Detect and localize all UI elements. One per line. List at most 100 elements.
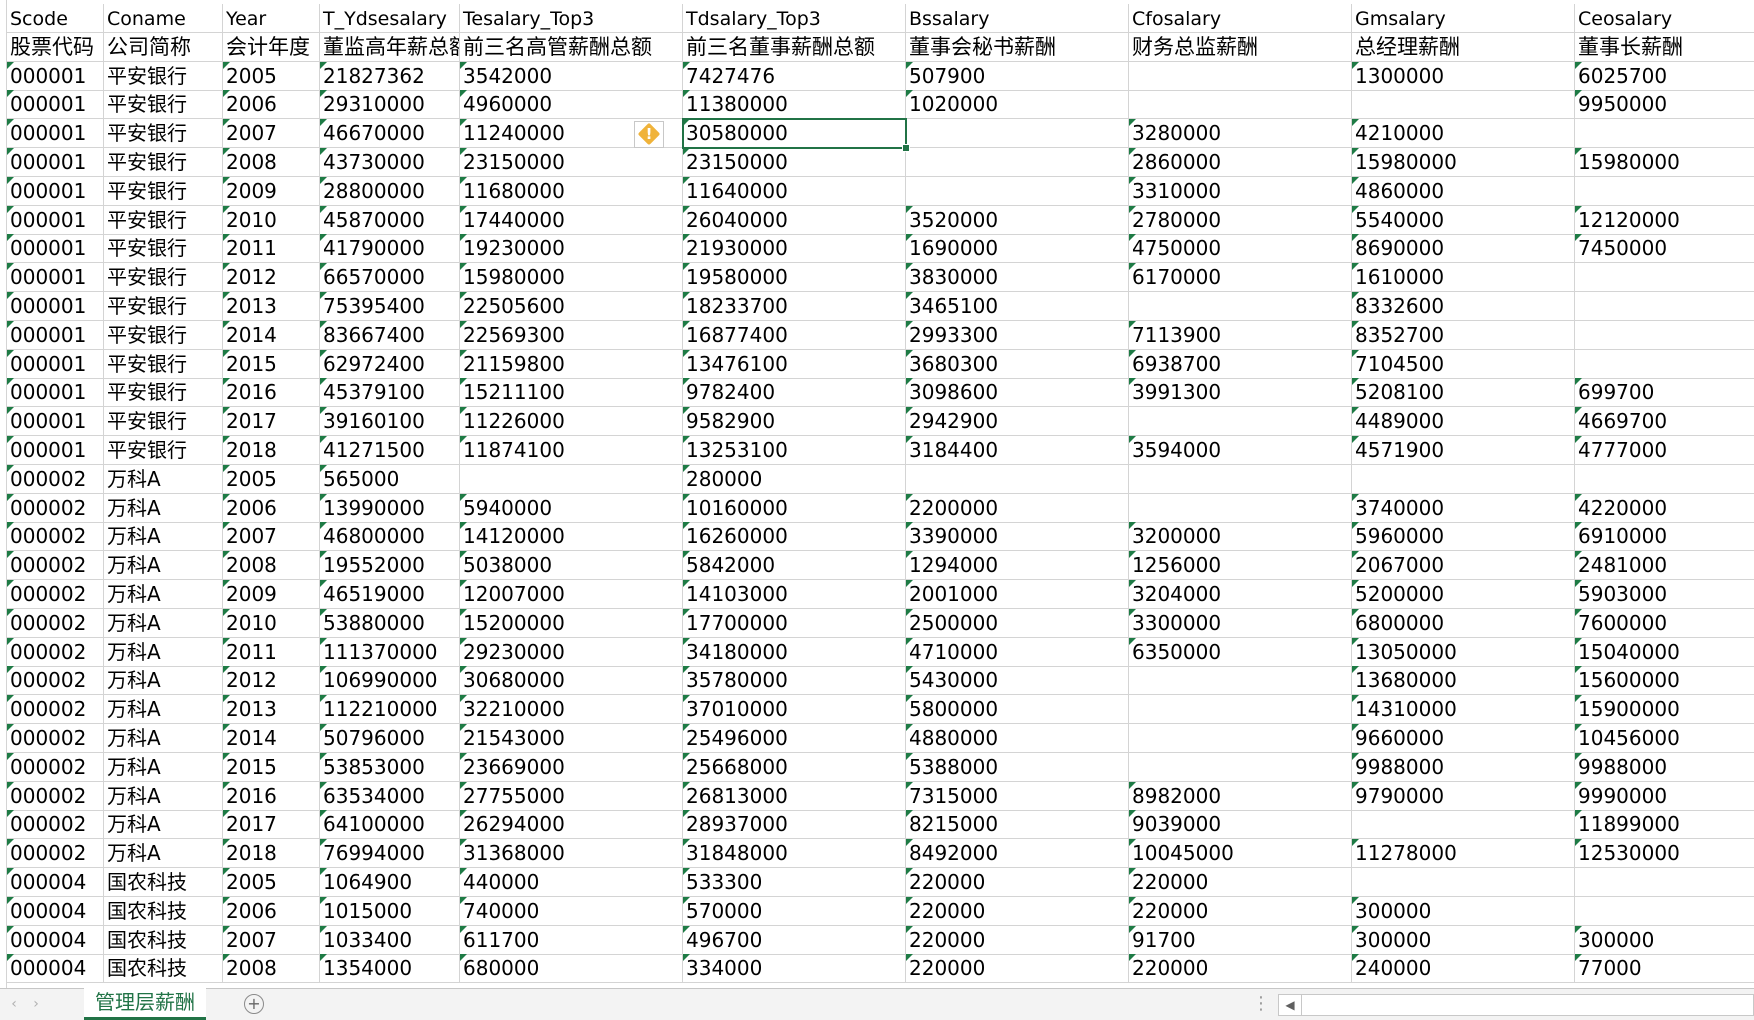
cell-t-ydsesalary[interactable]: 46670000 bbox=[320, 119, 460, 149]
header-cn-scode[interactable]: 股票代码 bbox=[7, 32, 104, 62]
cell-tdsalary-top3[interactable]: 13476100 bbox=[683, 349, 906, 379]
cell-tesalary-top3[interactable]: 11680000 bbox=[460, 176, 683, 206]
cell-t-ydsesalary[interactable]: 83667400 bbox=[320, 320, 460, 350]
cell-cfosalary[interactable]: 3280000 bbox=[1129, 119, 1352, 149]
cell-year[interactable]: 2009 bbox=[223, 176, 320, 206]
cell-year[interactable]: 2011 bbox=[223, 637, 320, 667]
cell-scode[interactable]: 000002 bbox=[7, 551, 104, 581]
cell-year[interactable]: 2010 bbox=[223, 205, 320, 235]
scroll-left-arrow-icon[interactable]: ◀ bbox=[1279, 995, 1302, 1015]
cell-tdsalary-top3[interactable]: 30580000 bbox=[683, 119, 906, 149]
header-cn-coname[interactable]: 公司简称 bbox=[104, 32, 223, 62]
cell-tesalary-top3[interactable]: 4960000 bbox=[460, 90, 683, 120]
cell-coname[interactable]: 万科A bbox=[104, 781, 223, 811]
cell-cfosalary[interactable]: 2780000 bbox=[1129, 205, 1352, 235]
cell-tdsalary-top3[interactable]: 570000 bbox=[683, 896, 906, 926]
scroll-tabs-right-icon[interactable]: › bbox=[26, 993, 46, 1015]
cell-cfosalary[interactable] bbox=[1129, 61, 1352, 91]
cell-coname[interactable]: 万科A bbox=[104, 580, 223, 609]
cell-tdsalary-top3[interactable]: 13253100 bbox=[683, 436, 906, 465]
cell-coname[interactable]: 平安银行 bbox=[104, 90, 223, 120]
cell-ceosalary[interactable]: 12120000 bbox=[1575, 205, 1754, 235]
cell-coname[interactable]: 万科A bbox=[104, 810, 223, 840]
cell-cfosalary[interactable] bbox=[1129, 464, 1352, 494]
cell-gmsalary[interactable]: 13050000 bbox=[1352, 637, 1575, 667]
cell-tdsalary-top3[interactable]: 26813000 bbox=[683, 781, 906, 811]
cell-tdsalary-top3[interactable]: 10160000 bbox=[683, 493, 906, 523]
cell-ceosalary[interactable] bbox=[1575, 868, 1754, 897]
cell-year[interactable]: 2017 bbox=[223, 810, 320, 840]
cell-coname[interactable]: 平安银行 bbox=[104, 349, 223, 379]
cell-ceosalary[interactable]: 4669700 bbox=[1575, 407, 1754, 437]
cell-coname[interactable]: 万科A bbox=[104, 666, 223, 696]
cell-scode[interactable]: 000001 bbox=[7, 205, 104, 235]
cell-tesalary-top3[interactable]: 30680000 bbox=[460, 666, 683, 696]
cell-t-ydsesalary[interactable]: 45379100 bbox=[320, 378, 460, 408]
cell-scode[interactable]: 000004 bbox=[7, 954, 104, 984]
cell-cfosalary[interactable]: 4750000 bbox=[1129, 234, 1352, 264]
header-en-coname[interactable]: Coname bbox=[104, 4, 223, 33]
cell-ceosalary[interactable]: 9988000 bbox=[1575, 752, 1754, 782]
cell-cfosalary[interactable] bbox=[1129, 752, 1352, 782]
cell-bssalary[interactable]: 1020000 bbox=[906, 90, 1129, 120]
cell-coname[interactable]: 国农科技 bbox=[104, 925, 223, 955]
cell-bssalary[interactable]: 3520000 bbox=[906, 205, 1129, 235]
cell-coname[interactable]: 万科A bbox=[104, 695, 223, 725]
cell-year[interactable]: 2005 bbox=[223, 868, 320, 897]
cell-cfosalary[interactable]: 2860000 bbox=[1129, 148, 1352, 177]
cell-gmsalary[interactable] bbox=[1352, 810, 1575, 840]
cell-tesalary-top3[interactable]: 15980000 bbox=[460, 263, 683, 293]
cell-bssalary[interactable]: 220000 bbox=[906, 925, 1129, 955]
cell-ceosalary[interactable]: 10456000 bbox=[1575, 724, 1754, 753]
cell-year[interactable]: 2006 bbox=[223, 493, 320, 523]
cell-bssalary[interactable]: 220000 bbox=[906, 896, 1129, 926]
cell-coname[interactable]: 万科A bbox=[104, 551, 223, 581]
cell-t-ydsesalary[interactable]: 106990000 bbox=[320, 666, 460, 696]
cell-scode[interactable]: 000004 bbox=[7, 925, 104, 955]
cell-bssalary[interactable]: 3184400 bbox=[906, 436, 1129, 465]
cell-gmsalary[interactable]: 1300000 bbox=[1352, 61, 1575, 91]
cell-gmsalary[interactable]: 8332600 bbox=[1352, 292, 1575, 321]
cell-scode[interactable]: 000001 bbox=[7, 436, 104, 465]
cell-scode[interactable]: 000001 bbox=[7, 234, 104, 264]
cell-coname[interactable]: 国农科技 bbox=[104, 896, 223, 926]
header-cn-tdsalary-top3[interactable]: 前三名董事薪酬总额 bbox=[683, 32, 906, 62]
cell-scode[interactable]: 000002 bbox=[7, 810, 104, 840]
cell-scode[interactable]: 000001 bbox=[7, 176, 104, 206]
cell-gmsalary[interactable]: 5960000 bbox=[1352, 522, 1575, 552]
cell-coname[interactable]: 平安银行 bbox=[104, 436, 223, 465]
cell-tdsalary-top3[interactable]: 37010000 bbox=[683, 695, 906, 725]
cell-ceosalary[interactable] bbox=[1575, 263, 1754, 293]
header-cn-tesalary-top3[interactable]: 前三名高管薪酬总额 bbox=[460, 32, 683, 62]
header-cn-year[interactable]: 会计年度 bbox=[223, 32, 320, 62]
cell-tdsalary-top3[interactable]: 25496000 bbox=[683, 724, 906, 753]
cell-scode[interactable]: 000002 bbox=[7, 781, 104, 811]
cell-coname[interactable]: 平安银行 bbox=[104, 320, 223, 350]
cell-gmsalary[interactable]: 5208100 bbox=[1352, 378, 1575, 408]
cell-tesalary-top3[interactable]: 11226000 bbox=[460, 407, 683, 437]
cell-scode[interactable]: 000002 bbox=[7, 637, 104, 667]
cell-tdsalary-top3[interactable]: 9582900 bbox=[683, 407, 906, 437]
header-en-tesalary-top3[interactable]: Tesalary_Top3 bbox=[460, 4, 683, 33]
cell-bssalary[interactable] bbox=[906, 176, 1129, 206]
cell-bssalary[interactable]: 220000 bbox=[906, 954, 1129, 984]
cell-cfosalary[interactable]: 3310000 bbox=[1129, 176, 1352, 206]
cell-year[interactable]: 2011 bbox=[223, 234, 320, 264]
cell-ceosalary[interactable] bbox=[1575, 897, 1754, 926]
cell-cfosalary[interactable]: 91700 bbox=[1129, 925, 1352, 955]
cell-tdsalary-top3[interactable]: 16260000 bbox=[683, 522, 906, 552]
cell-t-ydsesalary[interactable]: 66570000 bbox=[320, 263, 460, 293]
cell-gmsalary[interactable] bbox=[1352, 868, 1575, 897]
cell-scode[interactable]: 000004 bbox=[7, 868, 104, 897]
cell-tesalary-top3[interactable]: 680000 bbox=[460, 954, 683, 984]
cell-tesalary-top3[interactable]: 440000 bbox=[460, 868, 683, 897]
cell-coname[interactable]: 万科A bbox=[104, 752, 223, 782]
cell-tdsalary-top3[interactable]: 14103000 bbox=[683, 580, 906, 609]
cell-tesalary-top3[interactable]: 740000 bbox=[460, 896, 683, 926]
cell-t-ydsesalary[interactable]: 13990000 bbox=[320, 493, 460, 523]
cell-year[interactable]: 2006 bbox=[223, 90, 320, 120]
cell-t-ydsesalary[interactable]: 63534000 bbox=[320, 781, 460, 811]
cell-coname[interactable]: 万科A bbox=[104, 839, 223, 869]
cell-t-ydsesalary[interactable]: 53853000 bbox=[320, 752, 460, 782]
cell-scode[interactable]: 000001 bbox=[7, 292, 104, 321]
